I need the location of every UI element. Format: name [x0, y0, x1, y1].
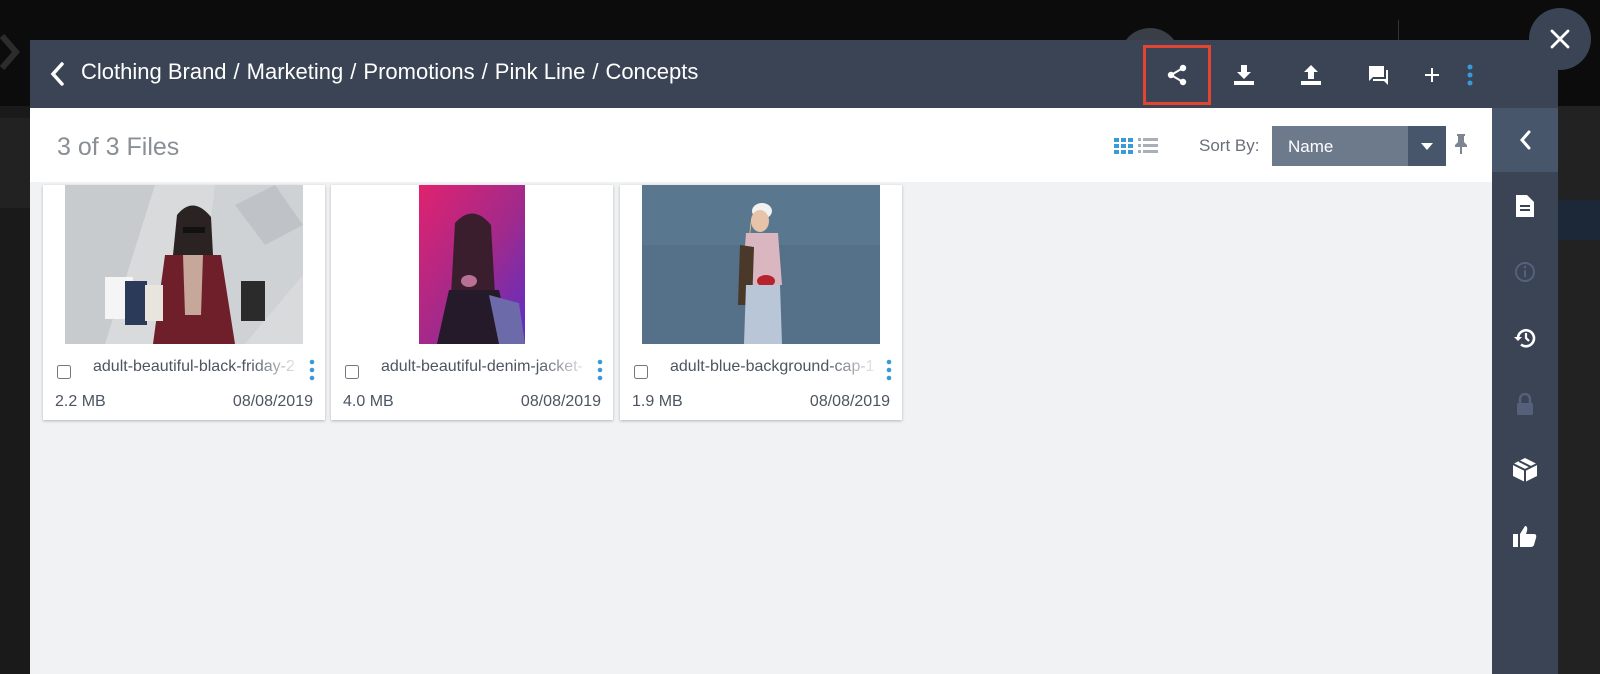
breadcrumb-item[interactable]: Pink Line [495, 59, 586, 84]
chevron-left-icon [1520, 130, 1531, 150]
sort-select-value: Name [1288, 137, 1334, 156]
file-thumbnail-image [642, 185, 880, 344]
background-panel [1558, 106, 1600, 674]
file-size: 1.9 MB [632, 393, 683, 410]
upload-icon [1301, 65, 1321, 85]
pin-icon[interactable] [1454, 134, 1468, 154]
info-icon [1515, 262, 1535, 282]
file-thumbnail-image [419, 185, 525, 344]
boxes-icon [1512, 458, 1538, 482]
comments-button[interactable] [1344, 45, 1412, 105]
sidebar-item-history[interactable] [1492, 306, 1558, 370]
breadcrumb-item[interactable]: Clothing Brand [81, 59, 227, 84]
close-modal-button[interactable] [1529, 8, 1591, 70]
sidebar-item-lock [1492, 372, 1558, 436]
sidebar-item-document[interactable] [1492, 174, 1558, 238]
breadcrumb-separator: / [481, 59, 488, 84]
plus-icon [1425, 68, 1439, 82]
breadcrumb-item[interactable]: Marketing [247, 59, 344, 84]
breadcrumb-separator: / [350, 59, 357, 84]
file-date: 08/08/2019 [232, 393, 313, 410]
files-toolbar: 3 of 3 Files Sort By: Name [30, 108, 1492, 182]
breadcrumb-item[interactable]: Promotions [363, 59, 474, 84]
upload-button[interactable] [1277, 45, 1345, 105]
comments-icon [1369, 66, 1388, 85]
background-select [1556, 200, 1600, 240]
sidebar-item-info [1492, 240, 1558, 304]
file-card[interactable]: adult-beautiful-black-friday-2 2.2 MB 08… [43, 185, 325, 420]
file-card[interactable]: adult-blue-background-cap-1 1.9 MB 08/08… [620, 185, 902, 420]
app-logo-icon [0, 34, 20, 70]
breadcrumb: Clothing Brand / Marketing / Promotions / Pink… [81, 59, 698, 85]
more-options-button[interactable] [1450, 45, 1490, 105]
history-icon [1514, 329, 1536, 348]
document-icon [1516, 195, 1534, 217]
caret-down-icon [1421, 142, 1433, 150]
file-thumbnail[interactable] [620, 185, 902, 344]
file-thumbnail[interactable] [331, 185, 613, 344]
file-card[interactable]: adult-beautiful-denim-jacket- 4.0 MB 08/… [331, 185, 613, 420]
breadcrumb-item-current: Concepts [605, 59, 699, 84]
thumbs-up-icon [1513, 526, 1537, 547]
file-count: 3 of 3 Files [57, 133, 180, 161]
breadcrumb-separator: / [233, 59, 240, 84]
file-thumbnail[interactable] [43, 185, 325, 344]
file-browser-modal: Clothing Brand / Marketing / Promotions / Pink… [30, 40, 1558, 674]
download-button[interactable] [1210, 45, 1278, 105]
sidebar-item-approve[interactable] [1492, 504, 1558, 568]
grid-view-icon[interactable] [1114, 138, 1134, 154]
list-view-icon[interactable] [1138, 138, 1158, 154]
kebab-menu-icon[interactable] [884, 359, 894, 381]
file-checkbox[interactable] [57, 365, 71, 379]
back-button[interactable] [40, 56, 74, 92]
file-size: 2.2 MB [55, 393, 106, 410]
file-size: 4.0 MB [343, 393, 394, 410]
close-icon [1550, 29, 1570, 49]
sidebar-item-boxes[interactable] [1492, 438, 1558, 502]
file-checkbox[interactable] [345, 365, 359, 379]
kebab-menu-icon[interactable] [307, 359, 317, 381]
details-sidebar [1492, 108, 1558, 674]
chevron-left-icon [50, 62, 64, 86]
background-row [0, 118, 30, 208]
file-name[interactable]: adult-blue-background-cap-1 [670, 358, 880, 376]
kebab-menu-icon [1467, 64, 1473, 86]
share-icon [1167, 64, 1187, 86]
file-date: 08/08/2019 [809, 393, 890, 410]
modal-header: Clothing Brand / Marketing / Promotions / Pink… [30, 40, 1558, 108]
file-thumbnail-image [65, 185, 303, 344]
lock-icon [1517, 393, 1533, 415]
share-button[interactable] [1143, 45, 1211, 105]
file-name[interactable]: adult-beautiful-denim-jacket- [381, 358, 591, 376]
sort-select[interactable]: Name [1272, 126, 1446, 166]
kebab-menu-icon[interactable] [595, 359, 605, 381]
file-date: 08/08/2019 [520, 393, 601, 410]
sort-select-caret[interactable] [1408, 126, 1446, 166]
breadcrumb-separator: / [592, 59, 599, 84]
file-name[interactable]: adult-beautiful-black-friday-2 [93, 358, 303, 376]
file-checkbox[interactable] [634, 365, 648, 379]
sort-label: Sort By: [1199, 136, 1260, 155]
download-icon [1234, 65, 1254, 85]
sidebar-collapse-button[interactable] [1492, 108, 1558, 172]
